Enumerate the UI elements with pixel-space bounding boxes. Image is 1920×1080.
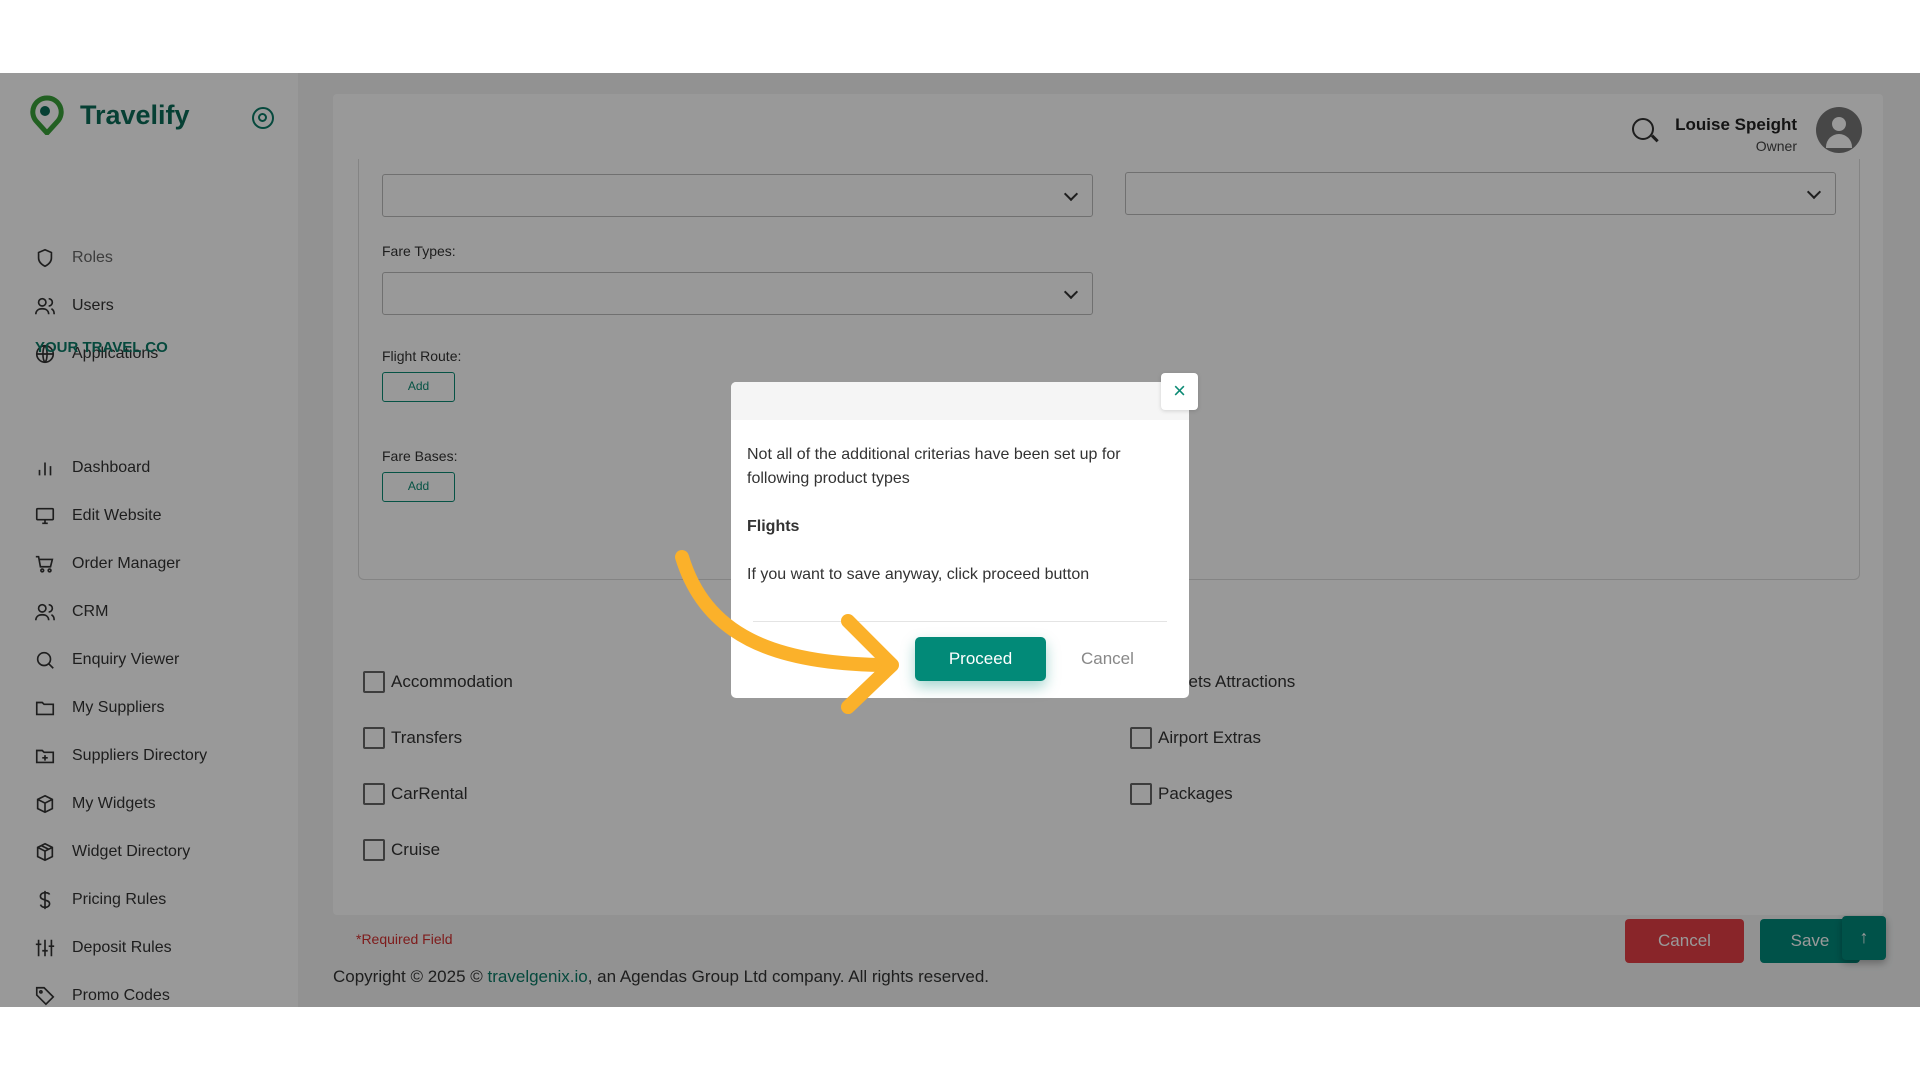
modal-instruction: If you want to save anyway, click procee…: [747, 563, 1089, 587]
modal-message: Not all of the additional criterias have…: [747, 443, 1167, 491]
proceed-button[interactable]: Proceed: [915, 637, 1046, 681]
modal-divider: [753, 621, 1167, 622]
app: Travelify Roles Users Applications YOUR …: [0, 73, 1920, 1007]
confirm-modal: Not all of the additional criterias have…: [731, 382, 1189, 698]
modal-cancel-button[interactable]: Cancel: [1081, 637, 1134, 681]
modal-header: [731, 382, 1189, 420]
modal-product-type: Flights: [747, 515, 799, 539]
close-icon[interactable]: ×: [1161, 373, 1198, 410]
